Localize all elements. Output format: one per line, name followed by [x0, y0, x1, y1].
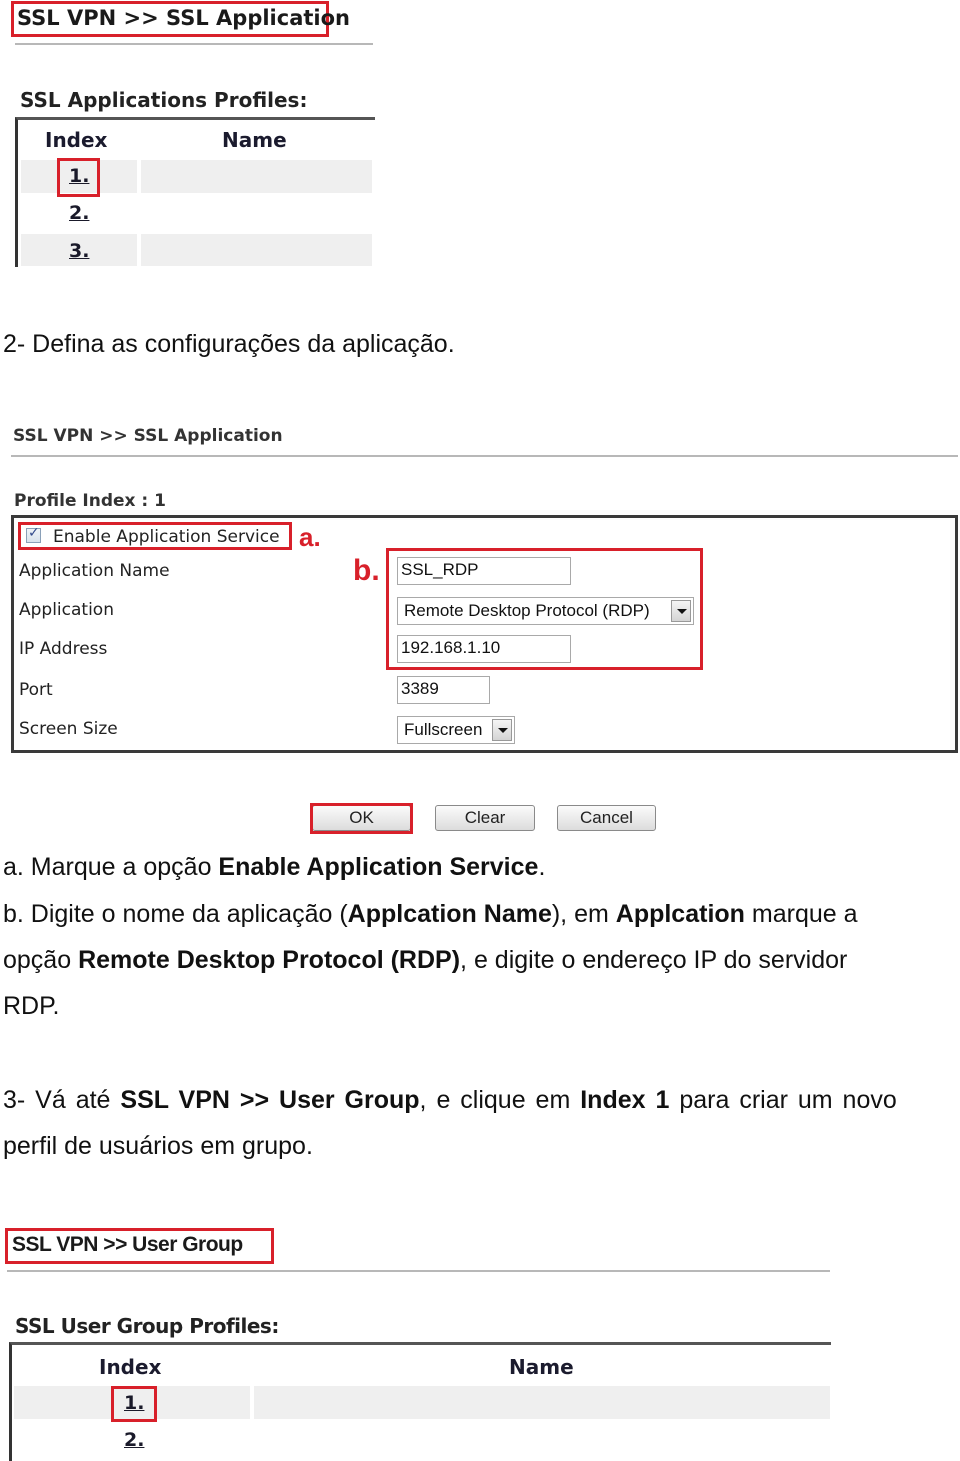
table-row-name-cell	[141, 234, 372, 266]
label-ip-address: IP Address	[19, 639, 108, 659]
bold-text: Applcation	[615, 900, 745, 928]
clear-button[interactable]: Clear	[435, 805, 535, 831]
bold-text: Index 1	[580, 1086, 670, 1114]
instruction-a-bold: Enable Application Service	[218, 853, 539, 881]
label-application: Application	[19, 600, 114, 620]
step-2-text: 2- Defina as configurações da aplicação.	[3, 330, 455, 358]
bold-text: Applcation Name	[347, 900, 552, 928]
table-title: SSL User Group Profiles:	[15, 1314, 279, 1338]
instruction-a-text: a. Marque a opção	[3, 853, 219, 881]
column-header-name: Name	[509, 1355, 574, 1379]
application-select[interactable]: Remote Desktop Protocol (RDP)	[397, 597, 694, 625]
table-title: SSL Applications Profiles:	[20, 88, 308, 112]
instruction-b-line1: b. Digite o nome da aplicação (Applcatio…	[3, 902, 858, 927]
enable-service-checkbox[interactable]: ✓	[26, 525, 41, 543]
index-link-3[interactable]: 3.	[69, 240, 89, 262]
text: para criar um novo	[669, 1086, 897, 1114]
instruction-a-suffix: .	[538, 853, 546, 881]
index-link-1[interactable]: 1.	[124, 1392, 144, 1414]
index-link-1[interactable]: 1.	[69, 165, 89, 187]
text: b. Digite o nome da aplicação (	[3, 900, 348, 928]
divider	[7, 1270, 830, 1272]
text: 3- Vá até	[3, 1086, 121, 1114]
breadcrumb: SSL VPN >> User Group	[12, 1233, 243, 1256]
instruction-b-line2: opção Remote Desktop Protocol (RDP), e d…	[3, 948, 847, 973]
chevron-down-icon[interactable]	[671, 600, 691, 622]
profile-index-title: Profile Index : 1	[14, 491, 166, 511]
column-header-index: Index	[99, 1355, 162, 1379]
bold-text: SSL VPN >> User Group	[120, 1086, 420, 1114]
table-row-name-cell	[254, 1386, 830, 1419]
bold-text: Remote Desktop Protocol (RDP)	[78, 946, 461, 974]
text: , e clique em	[419, 1086, 581, 1114]
enable-service-label: Enable Application Service	[53, 527, 280, 547]
port-input[interactable]: 3389	[397, 676, 490, 704]
step-3-line2: perfil de usuários em grupo.	[3, 1132, 313, 1160]
chevron-down-icon[interactable]	[492, 719, 512, 741]
column-header-index: Index	[45, 128, 108, 152]
step-3-line1: 3- Vá até SSL VPN >> User Group, e cliqu…	[3, 1088, 897, 1113]
annotation-a: a.	[299, 522, 321, 552]
instruction-b-line3: RDP.	[3, 992, 60, 1020]
screen-size-select[interactable]: Fullscreen	[397, 716, 515, 744]
ip-address-input[interactable]: 192.168.1.10	[397, 635, 571, 663]
screen-size-select-value: Fullscreen	[404, 720, 483, 739]
text: , e digite o endereço IP do servidor	[460, 946, 848, 974]
application-name-input[interactable]: SSL_RDP	[397, 557, 571, 585]
label-screen-size: Screen Size	[19, 719, 118, 739]
breadcrumb: SSL VPN >> SSL Application	[13, 426, 283, 446]
application-select-value: Remote Desktop Protocol (RDP)	[404, 601, 650, 620]
cancel-button[interactable]: Cancel	[557, 805, 656, 831]
ok-button-highlight	[310, 803, 413, 834]
annotation-b: b.	[353, 554, 380, 587]
divider	[11, 455, 958, 457]
text: marque a	[744, 900, 858, 928]
checkmark-icon: ✓	[28, 525, 40, 541]
text: opção	[3, 946, 79, 974]
instruction-a: a. Marque a opção Enable Application Ser…	[3, 855, 545, 880]
table-row-name-cell	[141, 160, 372, 193]
index-link-2[interactable]: 2.	[69, 202, 89, 224]
label-port: Port	[19, 680, 53, 700]
column-header-name: Name	[222, 128, 287, 152]
label-application-name: Application Name	[19, 561, 170, 581]
divider	[15, 43, 373, 45]
text: ), em	[551, 900, 616, 928]
breadcrumb: SSL VPN >> SSL Application	[17, 6, 350, 30]
index-link-2[interactable]: 2.	[124, 1429, 144, 1451]
